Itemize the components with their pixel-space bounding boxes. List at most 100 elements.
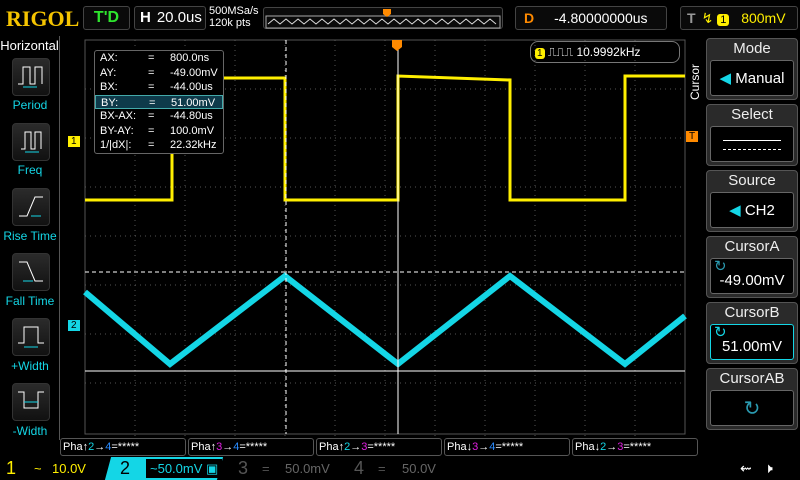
cursor-measurements: AX: = 800.0ns AY: = -49.00mV BX: = -44.00us BY: = 5… xyxy=(94,50,224,154)
measurement-row: BX: = -44.00us xyxy=(95,80,223,95)
acquisition-info: 500MSa/s 120k pts xyxy=(209,5,259,29)
speaker-muted-icon[interactable]: 🕨 xyxy=(764,457,773,480)
counter-value: 10.9992kHz xyxy=(576,45,641,59)
period-button[interactable] xyxy=(12,58,50,96)
measurement-value: 100.0mV xyxy=(170,124,215,137)
delay-display[interactable]: D -4.80000000us xyxy=(515,6,667,30)
freq-button[interactable] xyxy=(12,123,50,161)
arrow-icon: → xyxy=(606,441,618,453)
mode-title: Mode xyxy=(733,40,771,57)
fall-time-icon xyxy=(19,261,43,282)
ch1-number[interactable]: 1 xyxy=(6,457,16,480)
phase-p: Pha xyxy=(191,441,211,453)
overview-wave xyxy=(265,9,501,29)
arrow-icon: → xyxy=(94,441,106,453)
mode-button[interactable]: Mode ◀ Manual xyxy=(706,38,798,100)
measurement-equals: = xyxy=(148,66,155,79)
ch4-scale[interactable]: 50.0V xyxy=(402,457,436,480)
trigger-source: 1 xyxy=(717,14,730,26)
measurement-row: BX-AX: = -44.80us xyxy=(95,109,223,124)
timebase-label: H xyxy=(140,9,151,26)
rise-time-button[interactable] xyxy=(12,188,50,226)
measurement-label: AX: xyxy=(100,52,118,64)
cursor-b-value: 51.00mV xyxy=(721,338,783,355)
cursor-b-button[interactable]: CursorB 51.00mV ↻ xyxy=(706,302,798,364)
ch4-number[interactable]: 4 xyxy=(354,457,364,480)
phase-r: =***** xyxy=(623,441,652,453)
phase-measurement[interactable]: Pha↑2→3=***** xyxy=(316,438,442,456)
measurement-row: BY: = 51.00mV xyxy=(95,94,223,109)
phase-p: Pha xyxy=(575,441,595,453)
phase-measurement[interactable]: Pha↑2→4=***** xyxy=(60,438,186,456)
cursor-ab-button[interactable]: CursorAB ↻ xyxy=(706,368,798,430)
phase-r: =***** xyxy=(367,441,396,453)
ch1-offset-marker[interactable]: 1 xyxy=(68,136,80,147)
ch1-coupling: ~ xyxy=(34,461,42,476)
cursor-ab-title: CursorAB xyxy=(719,370,785,387)
ch4-coupling: = xyxy=(378,461,386,476)
neg-width-button[interactable] xyxy=(12,383,50,421)
arrow-icon: → xyxy=(350,441,362,453)
waveform-overview[interactable] xyxy=(263,7,503,29)
phase-measurement[interactable]: Pha↑3→4=***** xyxy=(188,438,314,456)
rise-time-label: Rise Time xyxy=(3,229,57,243)
ch2-info[interactable]: ~50.0mV ▣ xyxy=(146,459,223,478)
menu-title: Horizontal xyxy=(0,38,59,53)
select-button[interactable]: Select xyxy=(706,104,798,166)
arrow-icon: → xyxy=(478,441,490,453)
trigger-level: 800mV xyxy=(741,10,786,26)
measurement-row: AX: = 800.0ns xyxy=(95,51,223,66)
phase-r: =***** xyxy=(111,441,140,453)
phase-measurement[interactable]: Pha↓2→3=***** xyxy=(572,438,698,456)
square-wave-icon: ⎍⎍⎍ xyxy=(547,45,574,59)
cursor-a-value: -49.00mV xyxy=(719,272,785,289)
neg-width-icon xyxy=(18,391,44,409)
period-label: Period xyxy=(12,98,48,112)
phase-p: Pha xyxy=(319,441,339,453)
run-status[interactable]: T'D xyxy=(83,6,130,30)
phase-p: Pha xyxy=(63,441,83,453)
trigger-level-marker[interactable]: T xyxy=(686,131,699,142)
measurement-equals: = xyxy=(148,124,155,137)
ch2-scale: 50.0mV xyxy=(157,461,203,476)
phase-measurement[interactable]: Pha↓3→4=***** xyxy=(444,438,570,456)
source-value: CH2 xyxy=(744,202,775,219)
channel-bar: 1 ~ 10.0V 2 ~50.0mV ▣ 3 = 50.0mV 4 = 50.… xyxy=(0,457,800,480)
ch2-number[interactable]: 2 xyxy=(120,457,130,480)
measurement-label: 1/|dX|: xyxy=(100,139,132,151)
neg-width-label: -Width xyxy=(12,424,48,438)
measurement-equals: = xyxy=(148,52,155,64)
pos-width-button[interactable] xyxy=(12,318,50,356)
sample-rate: 500MSa/s xyxy=(209,5,259,17)
measurement-equals: = xyxy=(148,139,155,151)
cursor-a-button[interactable]: CursorA -49.00mV ↻ xyxy=(706,236,798,298)
ch1-scale[interactable]: 10.0V xyxy=(52,457,86,480)
cursor-menu: Mode ◀ Manual Select Source ◀ CH2 CursorA -… xyxy=(700,36,800,440)
period-icon xyxy=(18,66,43,88)
ch3-number[interactable]: 3 xyxy=(238,457,248,480)
pos-width-icon xyxy=(18,326,44,348)
rigol-logo: RIGOL xyxy=(6,6,80,31)
arrow-icon: → xyxy=(222,441,234,453)
measurement-value: -44.80us xyxy=(170,110,213,122)
fall-time-button[interactable] xyxy=(12,253,50,291)
phase-measurements: Pha↑2→4=***** Pha↑3→4=***** Pha↑2→3=***** P… xyxy=(60,438,698,456)
trigger-display[interactable]: T ↯ 1 800mV xyxy=(680,6,798,30)
source-title: Source xyxy=(728,172,776,189)
source-button[interactable]: Source ◀ CH2 xyxy=(706,170,798,232)
timebase-display[interactable]: H 20.0us xyxy=(134,6,206,30)
measurement-value: 800.0ns xyxy=(170,52,210,64)
ch2-coupling: ~ xyxy=(150,461,158,476)
rotate-knob-icon: ↻ xyxy=(714,258,727,275)
measurement-label: BY-AY: xyxy=(100,124,134,137)
ch2-offset-marker[interactable]: 2 xyxy=(68,320,80,331)
trigger-label: T xyxy=(687,10,696,26)
phase-r: =***** xyxy=(495,441,524,453)
freq-icon xyxy=(21,131,42,153)
delay-label: D xyxy=(524,10,535,26)
ch3-coupling: = xyxy=(262,461,270,476)
ch3-scale[interactable]: 50.0mV xyxy=(285,457,330,480)
measurement-label: AY: xyxy=(100,66,117,79)
fall-time-label: Fall Time xyxy=(5,294,55,308)
rotate-knob-icon: ↻ xyxy=(710,390,794,426)
